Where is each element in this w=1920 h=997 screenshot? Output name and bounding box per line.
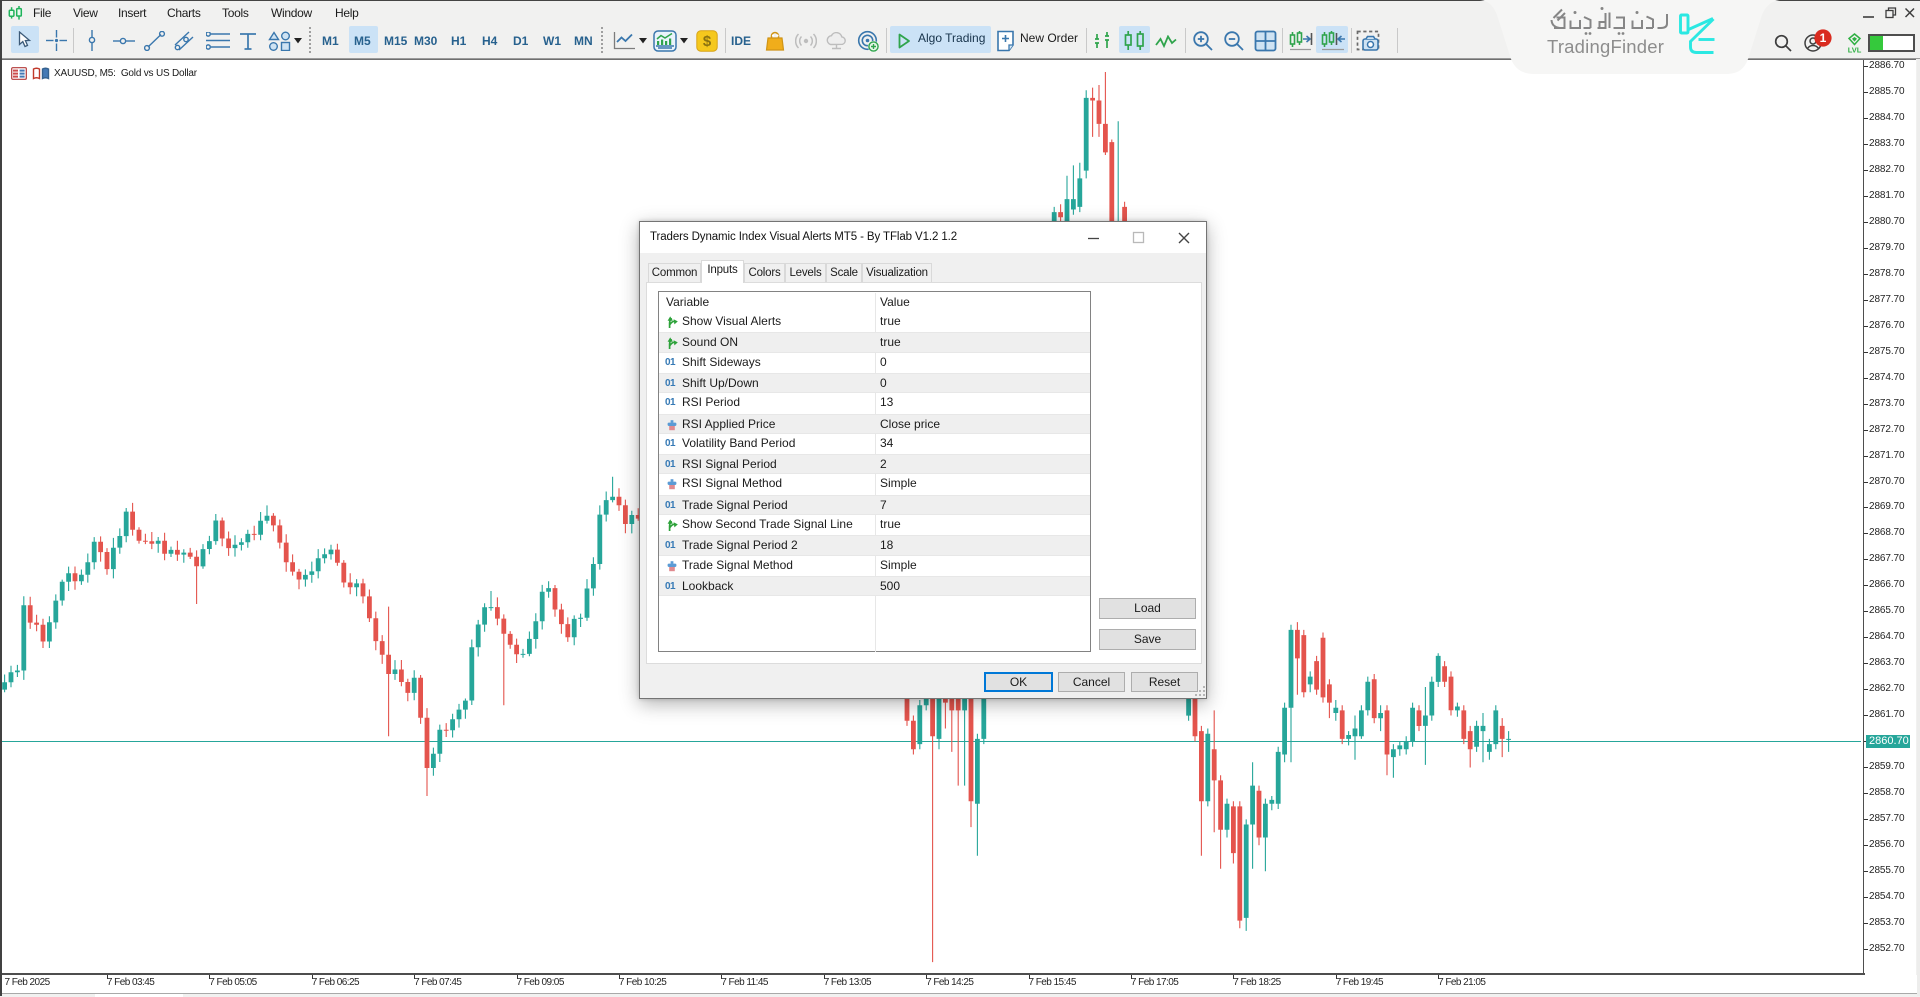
svg-text:$: $ [703,33,712,50]
svg-text:TradingFinder: TradingFinder [1547,36,1664,57]
svg-text:1: 1 [1820,31,1827,45]
svg-text:LVL: LVL [1848,46,1862,54]
